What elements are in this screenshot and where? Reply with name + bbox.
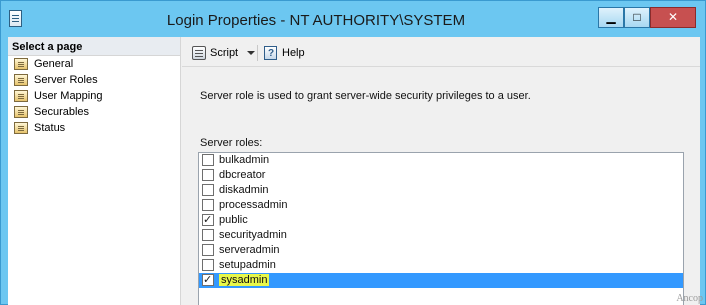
toolbar-separator [257,45,258,61]
sidebar-item-securables[interactable]: Securables [8,104,180,120]
role-row-public[interactable]: public [199,212,683,228]
login-properties-window: Login Properties - NT AUTHORITY\SYSTEM ▁… [0,0,706,305]
role-row-processadmin[interactable]: processadmin [199,198,683,213]
help-icon [264,46,277,62]
script-button[interactable]: Script [192,45,238,61]
role-checkbox-public[interactable] [202,212,214,227]
sidebar-item-server-roles[interactable]: Server Roles [8,72,180,88]
page-icon [14,58,28,70]
role-checkbox-processadmin[interactable] [202,199,214,211]
script-icon [192,46,206,60]
watermark: Ancop [676,293,703,304]
role-label: public [219,214,248,226]
role-row-bulkadmin[interactable]: bulkadmin [199,153,683,168]
dialog-client-area: Select a page General Server Roles User … [8,37,700,305]
role-label: sysadmin [219,274,270,286]
sidebar-item-user-mapping[interactable]: User Mapping [8,88,180,104]
role-label: dbcreator [219,169,266,181]
role-label: setupadmin [219,259,276,271]
sidebar-item-label: Status [34,122,66,134]
role-row-diskadmin[interactable]: diskadmin [199,183,683,198]
page-icon [14,74,28,86]
role-checkbox-serveradmin[interactable] [202,244,214,256]
role-checkbox-sysadmin[interactable] [202,272,214,287]
role-label: processadmin [219,199,288,211]
role-row-dbcreator[interactable]: dbcreator [199,168,683,183]
server-roles-list[interactable]: bulkadmin dbcreator diskadmin processadmin p… [198,152,684,305]
role-checkbox-diskadmin[interactable] [202,184,214,196]
help-label: Help [282,47,305,59]
role-row-securityadmin[interactable]: securityadmin [199,228,683,243]
role-label: serveradmin [219,244,280,256]
sidebar-item-label: General [34,58,74,70]
role-checkbox-setupadmin[interactable] [202,259,214,271]
role-label: securityadmin [219,229,287,241]
sidebar-heading: Select a page [8,37,180,56]
sidebar-item-label: User Mapping [34,90,103,102]
close-button[interactable]: ✕ [650,7,696,28]
role-checkbox-bulkadmin[interactable] [202,154,214,166]
page-description: Server role is used to grant server-wide… [200,90,531,102]
sidebar-item-label: Server Roles [34,74,98,86]
page-icon [14,106,28,118]
page-selector-sidebar: Select a page General Server Roles User … [8,37,181,305]
maximize-button[interactable]: □ [624,7,650,28]
server-roles-label: Server roles: [200,137,263,149]
role-checkbox-dbcreator[interactable] [202,169,214,181]
sidebar-item-general[interactable]: General [8,56,180,72]
role-label: diskadmin [219,184,269,196]
script-label: Script [210,47,239,59]
role-row-sysadmin[interactable]: sysadmin [199,272,683,288]
server-roles-page: Server role is used to grant server-wide… [182,68,700,305]
help-button[interactable]: Help [264,45,305,62]
minimize-button[interactable]: ▁ [598,7,624,28]
page-icon [14,90,28,102]
title-bar[interactable]: Login Properties - NT AUTHORITY\SYSTEM ▁… [1,1,705,37]
sidebar-item-label: Securables [34,106,90,118]
role-row-serveradmin[interactable]: serveradmin [199,243,683,258]
sidebar-item-status[interactable]: Status [8,120,180,136]
script-dropdown-arrow-icon[interactable] [247,51,255,55]
page-icon [14,122,28,134]
toolbar: Script Help [182,37,700,67]
role-checkbox-securityadmin[interactable] [202,229,214,241]
role-label: bulkadmin [219,154,270,166]
role-row-setupadmin[interactable]: setupadmin [199,258,683,273]
window-title: Login Properties - NT AUTHORITY\SYSTEM [166,12,466,29]
